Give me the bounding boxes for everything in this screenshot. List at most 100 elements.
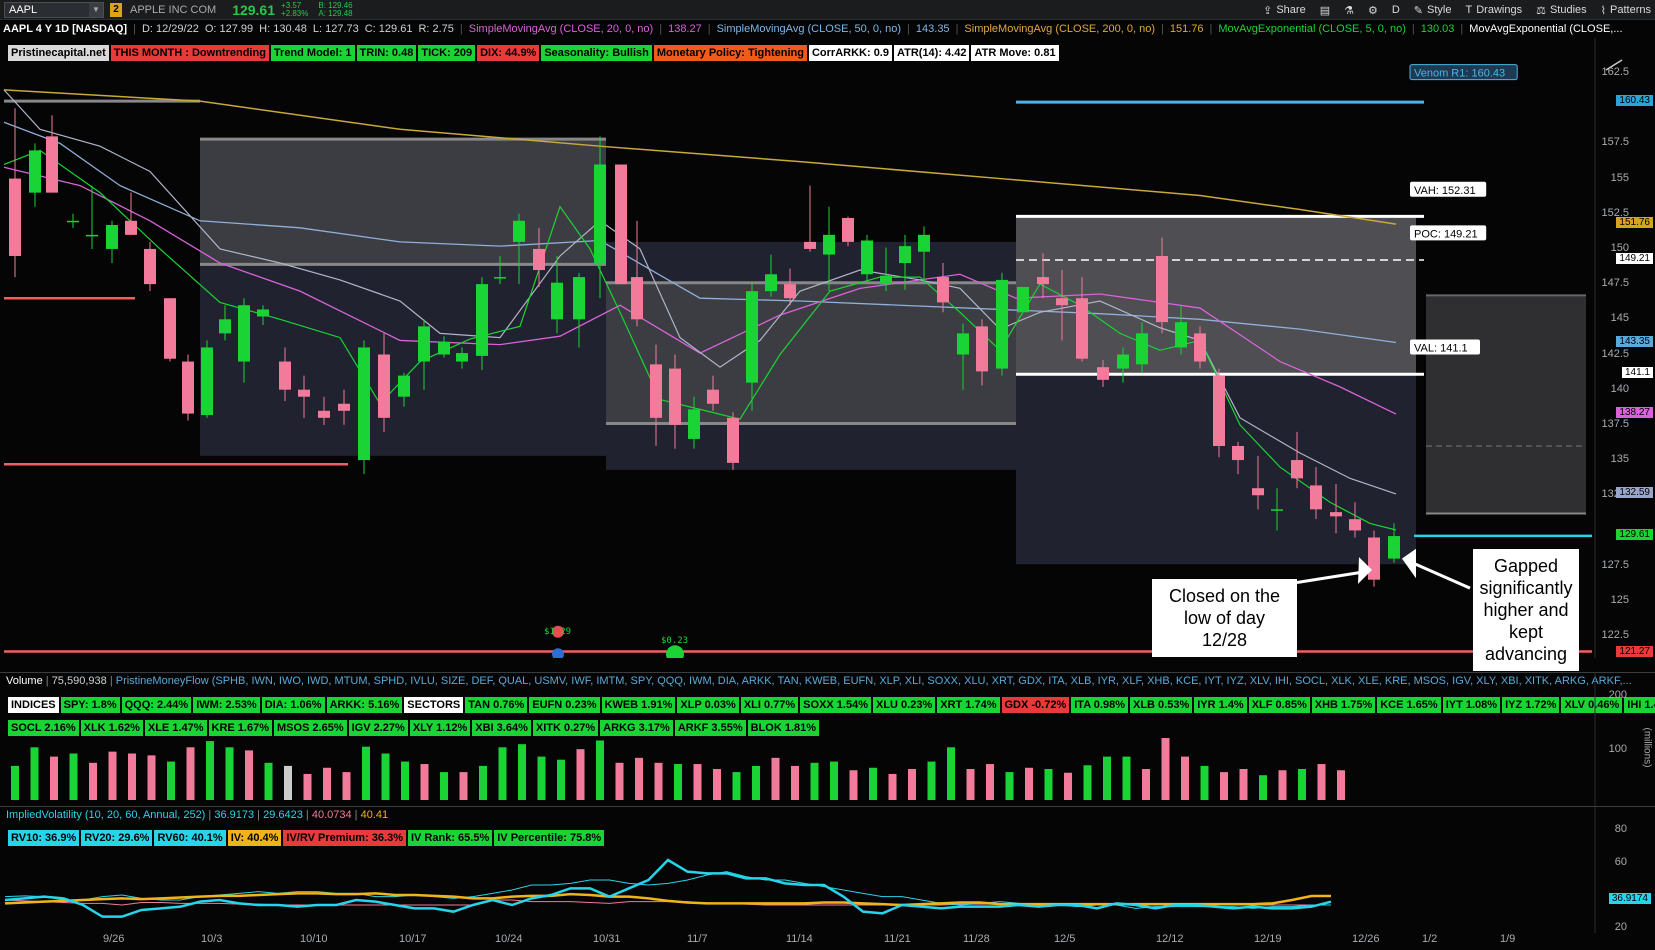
candle-body-20 [398,375,410,397]
x-tick-11: 12/12 [1156,933,1184,945]
bid-ask: B: 129.46 A: 129.48 [318,1,352,18]
volume-bar-41 [810,762,819,800]
studies-button[interactable]: ⚖ Studies [1536,4,1587,17]
grid-icon: ▤ [1319,4,1331,17]
value-area-box-2 [200,139,606,265]
candle-body-58 [1136,333,1148,365]
candle-body-4 [86,234,98,237]
share-icon: ⇪ [1263,4,1273,17]
price-tick-14: 122.5 [1601,629,1629,641]
candle-body-46 [899,246,911,264]
candle-body-47 [918,234,930,252]
volume-axis-200: 200 [1608,689,1627,701]
symbol-dropdown-icon[interactable]: ▼ [89,2,103,17]
vah-label: VAH: 152.31 [1410,181,1487,197]
candle-body-13 [257,309,269,317]
volume-bar-35 [693,764,702,800]
period-button[interactable]: D [1392,4,1400,16]
volume-bar-9 [186,747,195,800]
candle-body-56 [1097,367,1109,380]
candle-body-30 [594,164,606,264]
volume-bar-48 [947,747,955,800]
candle-body-40 [784,284,796,299]
volume-bar-44 [869,767,877,800]
sma200-label: SimpleMovingAvg (CLOSE, 200, 0, no) [964,23,1155,35]
volume-bar-54 [1064,772,1072,800]
candle-body-55 [1076,298,1088,359]
volume-bar-17 [342,772,351,800]
volume-bar-55 [1083,765,1092,800]
volume-bar-40 [791,765,799,800]
candle-body-39 [765,274,777,292]
volume-bar-15 [303,773,312,800]
candle-body-11 [219,319,231,334]
patterns-icon: ⌇ [1600,4,1607,17]
candle-body-28 [551,282,563,320]
ema5-value: 130.03 [1420,23,1455,35]
bar-low: L: 127.73 [312,23,359,35]
dividend-label-1: $1.29 [544,627,572,637]
volume-bar-23 [459,772,468,800]
candle-body-2 [46,136,58,193]
candle-body-42 [823,234,835,255]
patterns-button[interactable]: ⌇ Patterns [1601,4,1651,17]
price-tag-4: 141.1 [1621,367,1653,379]
volume-bar-38 [752,765,760,800]
flask-button[interactable]: ⚗ [1344,4,1354,17]
volume-bar-1 [30,747,39,800]
volume-bar-47 [927,761,936,800]
share-button[interactable]: ⇪ Share [1263,4,1306,17]
settings-button[interactable]: ⚙ [1368,4,1378,17]
volume-bar-34 [674,764,682,800]
price-chart[interactable]: Venom R1: 160.43 VAH: 152.31 POC: 149.21 VA… [0,38,1655,658]
volume-bar-30 [596,740,604,800]
volume-bar-59 [1161,738,1170,800]
volume-bar-33 [654,762,663,800]
volume-bar-18 [362,746,370,800]
svg-text:VAH: 152.31: VAH: 152.31 [1414,185,1476,197]
sma50-value: 143.35 [915,23,950,35]
candle-body-71 [1388,536,1400,559]
grid-button[interactable]: ▤ [1320,4,1330,17]
poc-label: POC: 149.21 [1410,225,1487,241]
time-axis: 9/26 10/3 10/10 10/17 10/24 10/31 11/7 11/14 11/… [0,933,1655,950]
candle-body-29 [573,277,585,320]
volume-bar-27 [537,756,546,800]
studies-label: Studies [1549,4,1587,16]
x-tick-4: 10/24 [495,933,523,945]
sma20-label: SimpleMovingAvg (CLOSE, 20, 0, no) [468,23,654,35]
candle-body-10 [201,347,213,416]
volume-bar-29 [576,749,585,800]
x-tick-9: 11/28 [963,933,990,945]
symbol-input[interactable]: AAPL ▼ [4,1,104,18]
candle-body-6 [125,220,137,235]
patterns-label: Patterns [1610,4,1651,16]
candle-body-36 [707,389,719,404]
studies-icon: ⚖ [1536,4,1546,17]
x-tick-13: 12/26 [1352,933,1380,945]
candle-body-21 [418,326,430,362]
candle-body-31 [615,164,627,285]
candle-body-48 [937,277,949,303]
change-pct: +2.83% [281,8,309,18]
volume-bar-53 [1044,769,1053,800]
volume-bar-4 [89,762,97,800]
dividend-icon [666,645,684,658]
candle-body-27 [533,248,545,271]
link-group-badge[interactable]: 2 [110,2,122,17]
drawings-button[interactable]: T Drawings [1465,4,1522,16]
callout-closed-low: Closed on the low of day 12/28 [1152,579,1297,657]
rv20-line [4,871,1331,909]
price-tick-13: 125 [1610,593,1629,606]
candle-body-70 [1368,537,1380,580]
candle-body-17 [338,403,350,411]
price-tick-8: 140 [1610,382,1629,395]
candle-body-32 [631,277,643,320]
volume-bar-16 [323,767,331,800]
x-tick-7: 11/14 [786,933,813,945]
candle-body-62 [1213,375,1225,446]
candle-body-64 [1252,488,1264,496]
price-tick-12: 127.5 [1601,558,1629,571]
style-button[interactable]: ✎ Style [1414,4,1452,17]
candle-body-19 [378,354,390,418]
